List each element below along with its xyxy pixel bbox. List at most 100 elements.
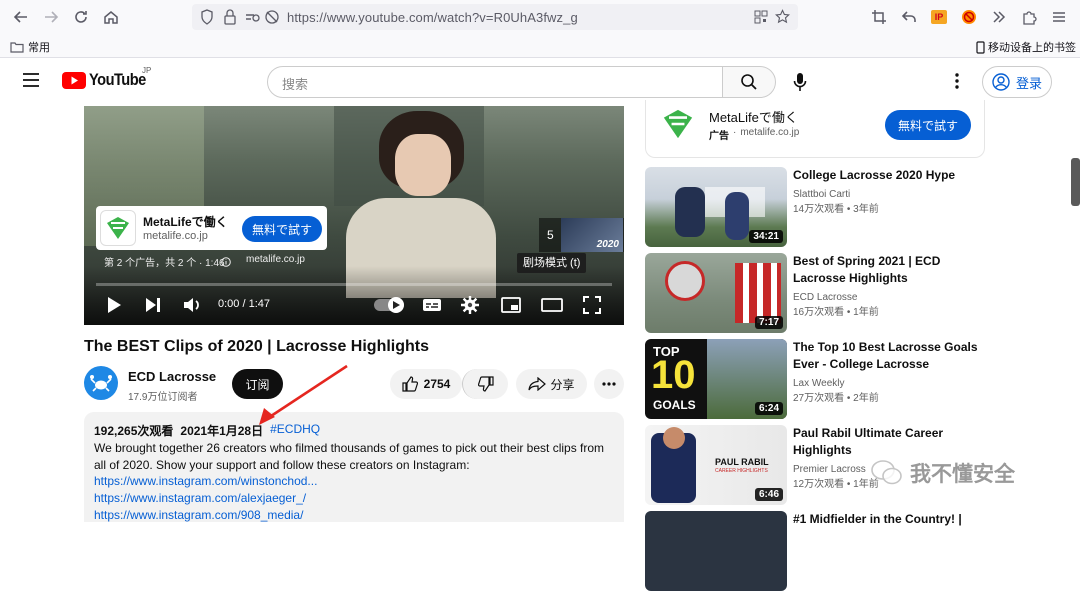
ad-cta-button[interactable]: 無料で試す xyxy=(242,216,322,242)
rec-channel[interactable]: Premier Lacross xyxy=(793,462,866,477)
ad-domain: metalife.co.jp xyxy=(143,230,208,242)
lock-icon[interactable] xyxy=(224,9,236,30)
ip-extension-icon[interactable]: IP xyxy=(928,6,950,28)
more-actions-button[interactable] xyxy=(594,369,624,399)
folder-icon xyxy=(10,42,24,53)
crop-screenshot-icon[interactable] xyxy=(868,6,890,28)
video-title: The BEST Clips of 2020 | Lacrosse Highli… xyxy=(84,338,429,355)
back-arrow-icon[interactable] xyxy=(10,6,32,28)
rec-title[interactable]: College Lacrosse 2020 Hype xyxy=(793,167,983,184)
rec-meta: 27万次观看 • 2年前 xyxy=(793,393,879,404)
blocker-extension-icon[interactable] xyxy=(958,6,980,28)
forward-arrow-icon[interactable] xyxy=(40,6,62,28)
extensions-puzzle-icon[interactable] xyxy=(1018,6,1040,28)
home-icon[interactable] xyxy=(100,6,122,28)
miniplayer-icon[interactable] xyxy=(501,297,521,318)
play-icon[interactable] xyxy=(106,296,122,319)
fullscreen-icon[interactable] xyxy=(583,296,601,319)
settings-gear-icon[interactable] xyxy=(461,296,479,319)
search-button[interactable] xyxy=(722,66,776,98)
autoplay-play-icon xyxy=(388,297,404,313)
signin-button[interactable]: 登录 xyxy=(982,66,1052,98)
logo-region: JP xyxy=(142,66,152,75)
ad-preview-thumbnail: 2020 xyxy=(561,218,623,252)
view-count: 192,265次观看 xyxy=(94,424,174,438)
red-annotation-arrow-icon xyxy=(259,364,348,425)
overflow-chevrons-icon[interactable] xyxy=(988,6,1010,28)
share-button[interactable]: 分享 xyxy=(516,369,587,399)
rec-title[interactable]: #1 Midfielder in the Country! | xyxy=(793,511,983,528)
voice-search-microphone-icon[interactable] xyxy=(793,72,807,97)
reload-icon[interactable] xyxy=(70,6,92,28)
progress-bar[interactable] xyxy=(96,283,612,286)
sidebar-ad-cta-button[interactable]: 無料で試す xyxy=(885,110,971,140)
tracking-off-icon[interactable] xyxy=(264,9,280,30)
rec-thumbnail[interactable]: 7:17 xyxy=(645,253,787,333)
url-bar[interactable]: https://www.youtube.com/watch?v=R0UhA3fw… xyxy=(192,4,798,30)
sidebar-ad-domain: metalife.co.jp xyxy=(740,127,800,138)
thumb-player xyxy=(725,192,749,240)
ad-label: 广告 xyxy=(709,131,729,142)
description-box[interactable]: 192,265次观看 2021年1月28日 #ECDHQ We brought … xyxy=(84,412,624,522)
ad-countdown: 5 xyxy=(547,228,554,242)
autoplay-toggle[interactable] xyxy=(374,297,404,313)
rec-title[interactable]: Best of Spring 2021 | ECD Lacrosse Highl… xyxy=(793,253,973,287)
theater-mode-icon[interactable] xyxy=(541,298,563,317)
video-player[interactable]: MetaLifeで働く metalife.co.jp 無料で試す 第 2 个广告… xyxy=(84,106,624,325)
undo-share-icon[interactable] xyxy=(898,6,920,28)
search-placeholder: 搜索 xyxy=(282,77,309,92)
volume-icon[interactable] xyxy=(183,296,203,319)
crab-logo-icon xyxy=(90,375,112,392)
thumb-jersey xyxy=(735,263,781,323)
channel-name[interactable]: ECD Lacrosse xyxy=(128,369,216,384)
ad-preview[interactable]: 5 2020 xyxy=(539,218,624,252)
search-input[interactable]: 搜索 xyxy=(267,66,723,98)
rec-title[interactable]: The Top 10 Best Lacrosse Goals Ever - Co… xyxy=(793,339,978,373)
ad-overlay-card[interactable]: MetaLifeで働く metalife.co.jp 無料で試す xyxy=(96,206,327,250)
bookmark-folder-common[interactable]: 常用 xyxy=(10,39,50,55)
sidebar-ad-logo xyxy=(660,106,698,144)
instagram-link[interactable]: https://www.instagram.com/winstonchod... xyxy=(94,473,317,490)
mobile-bookmarks[interactable]: 移动设备上的书签 xyxy=(976,39,1076,55)
youtube-logo[interactable]: YouTube JP xyxy=(62,66,155,90)
dislike-button[interactable] xyxy=(462,369,508,399)
bookmark-star-icon[interactable] xyxy=(775,9,790,29)
video-duration: 7:17 xyxy=(754,316,783,329)
video-duration: 6:24 xyxy=(754,402,783,415)
subscriber-count: 17.9万位订阅者 xyxy=(128,392,198,403)
instagram-link[interactable]: https://www.instagram.com/908_media/ xyxy=(94,507,303,524)
settings-more-vert-icon[interactable] xyxy=(954,72,960,95)
rec-channel[interactable]: Lax Weekly xyxy=(793,376,845,391)
rec-thumbnail[interactable]: 34:21 xyxy=(645,167,787,247)
rec-channel[interactable]: ECD Lacrosse xyxy=(793,290,857,305)
rec-thumbnail[interactable]: PAUL RABIL CAREER HIGHLIGHTS 6:46 xyxy=(645,425,787,505)
like-button[interactable]: 2754 xyxy=(390,369,462,399)
metalife-logo-icon xyxy=(663,109,693,139)
qr-code-icon[interactable] xyxy=(754,10,768,29)
thumb-helmet xyxy=(665,261,705,301)
thumb-player xyxy=(675,187,705,237)
mobile-device-icon xyxy=(976,40,985,54)
info-icon[interactable] xyxy=(221,254,231,272)
shield-icon[interactable] xyxy=(200,9,214,30)
channel-avatar[interactable] xyxy=(84,366,118,400)
rec-thumbnail[interactable] xyxy=(645,511,787,591)
permissions-icon[interactable] xyxy=(244,9,260,30)
theater-tooltip: 剧场模式 (t) xyxy=(517,253,587,273)
url-text[interactable]: https://www.youtube.com/watch?v=R0UhA3fw… xyxy=(287,10,578,25)
rec-thumbnail[interactable]: TOP 10 GOALS 6:24 xyxy=(645,339,787,419)
ad-link[interactable]: metalife.co.jp xyxy=(246,254,305,265)
rec-channel[interactable]: Slattboi Carti xyxy=(793,187,850,202)
thumbs-down-icon xyxy=(477,376,494,392)
rec-title[interactable]: Paul Rabil Ultimate Career Highlights xyxy=(793,425,973,459)
guide-menu-icon[interactable] xyxy=(22,72,40,93)
subtitles-icon[interactable] xyxy=(422,298,442,317)
instagram-link[interactable]: https://www.instagram.com/alexjaeger_/ xyxy=(94,490,306,507)
page-scrollbar-thumb[interactable] xyxy=(1071,158,1080,206)
next-video-icon[interactable] xyxy=(145,297,161,318)
sidebar-ad-card[interactable]: MetaLifeで働く 广告 · metalife.co.jp 無料で試す xyxy=(645,100,985,158)
account-circle-icon xyxy=(992,73,1010,91)
app-menu-icon[interactable] xyxy=(1048,6,1070,28)
rec-meta: 12万次观看 • 1年前 xyxy=(793,479,879,490)
time-display: 0:00 / 1:47 xyxy=(218,298,270,310)
